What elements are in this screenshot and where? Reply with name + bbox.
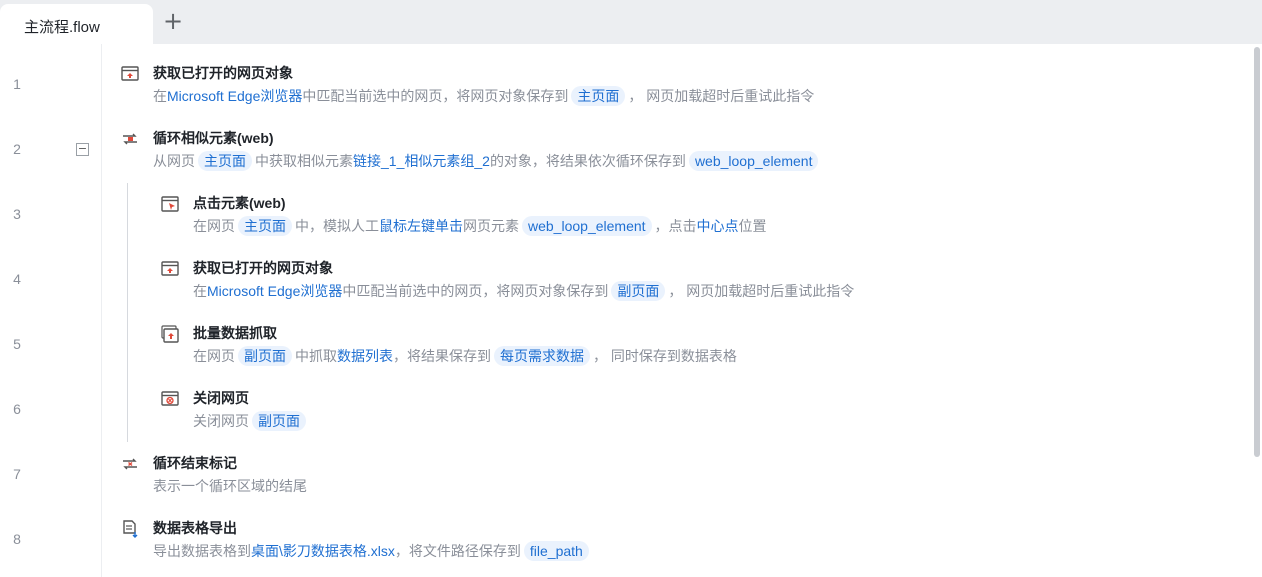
line-number: 8 <box>13 531 21 547</box>
variable-chip[interactable]: 副页面 <box>238 346 292 366</box>
step-title: 数据表格导出 <box>153 520 237 536</box>
description-text: 中抓取 <box>295 348 337 364</box>
tab-title: 主流程.flow <box>24 19 100 36</box>
description-text: 在 <box>193 283 207 299</box>
description-text: 中匹配当前选中的网页，将网页对象保存到 <box>342 283 609 299</box>
batch-scrape-icon <box>161 325 179 343</box>
parameter-link[interactable]: 桌面\影刀数据表格.xlsx <box>251 543 395 559</box>
variable-chip[interactable]: 每页需求数据 <box>494 346 590 366</box>
description-text: ，点击 <box>654 218 697 234</box>
description-text: 表示一个循环区域的结尾 <box>153 478 307 494</box>
description-text: 从网页 <box>153 153 195 169</box>
variable-chip[interactable]: 主页面 <box>238 216 292 236</box>
parameter-link[interactable]: 链接_1_相似元素组_2 <box>353 153 490 169</box>
click-element-icon <box>161 195 179 213</box>
description-text: 网页元素 <box>463 218 519 234</box>
step-description: 从网页 主页面 中获取相似元素链接_1_相似元素组_2的对象，将结果依次循环保存到 w… <box>153 151 821 171</box>
description-text: 在 <box>153 88 167 104</box>
parameter-link[interactable]: Microsoft Edge浏览器 <box>207 283 342 299</box>
description-text: ，将结果保存到 <box>393 348 491 364</box>
line-number: 4 <box>13 271 21 287</box>
variable-chip[interactable]: 副页面 <box>611 281 666 301</box>
description-text: 在网页 <box>193 348 235 364</box>
loop-block-indicator <box>127 183 128 442</box>
line-number: 6 <box>13 401 21 417</box>
description-text: 中匹配当前选中的网页，将网页对象保存到 <box>302 88 569 104</box>
step-description: 导出数据表格到桌面\影刀数据表格.xlsx，将文件路径保存到 file_path <box>153 541 592 561</box>
step-description: 在Microsoft Edge浏览器中匹配当前选中的网页，将网页对象保存到 主页面… <box>153 86 814 106</box>
step-description: 在网页 副页面 中抓取数据列表，将结果保存到 每页需求数据， 同时保存到数据表格 <box>193 346 737 366</box>
table-export-icon <box>121 520 139 538</box>
browser-open-icon <box>121 65 139 83</box>
description-text: ， 网页加载超时后重试此指令 <box>668 283 855 299</box>
description-text: 在网页 <box>193 218 235 234</box>
parameter-link[interactable]: 数据列表 <box>337 348 393 364</box>
description-text: 导出数据表格到 <box>153 543 251 559</box>
variable-chip[interactable]: 主页面 <box>571 86 626 106</box>
description-text: ， 网页加载超时后重试此指令 <box>628 88 815 104</box>
variable-chip[interactable]: 主页面 <box>198 151 252 171</box>
loop-element-icon <box>121 130 139 148</box>
step-title: 获取已打开的网页对象 <box>193 260 333 276</box>
step-description: 表示一个循环区域的结尾 <box>153 476 307 496</box>
description-text: ，将文件路径保存到 <box>394 543 521 559</box>
step-title: 循环相似元素(web) <box>153 130 274 146</box>
close-page-icon <box>161 390 179 408</box>
description-text: ， 同时保存到数据表格 <box>593 348 737 364</box>
line-number: 1 <box>13 76 21 92</box>
tab-bar: 主流程.flow + <box>0 0 1262 44</box>
line-number: 5 <box>13 336 21 352</box>
step-title: 点击元素(web) <box>193 195 286 211</box>
parameter-link[interactable]: 鼠标左键单击 <box>379 218 463 234</box>
step-title: 关闭网页 <box>193 390 249 406</box>
description-text: 位置 <box>738 218 767 234</box>
step-title: 获取已打开的网页对象 <box>153 65 293 81</box>
browser-open-icon <box>161 260 179 278</box>
tab-main-flow[interactable]: 主流程.flow <box>0 4 153 44</box>
variable-chip[interactable]: 副页面 <box>252 411 306 431</box>
step-title: 循环结束标记 <box>153 455 237 471</box>
loop-end-icon <box>121 455 139 473</box>
step-description: 在Microsoft Edge浏览器中匹配当前选中的网页，将网页对象保存到 副页面… <box>193 281 854 301</box>
step-title: 批量数据抓取 <box>193 325 277 341</box>
parameter-link[interactable]: 中心点 <box>697 218 739 234</box>
line-number: 7 <box>13 466 21 482</box>
description-text: 中，模拟人工 <box>295 218 379 234</box>
fold-collapse-button[interactable]: − <box>76 143 89 156</box>
step-description: 在网页 主页面 中，模拟人工鼠标左键单击网页元素 web_loop_element ，点… <box>193 216 767 236</box>
vertical-scrollbar[interactable] <box>1254 47 1260 457</box>
description-text: 中获取相似元素 <box>255 153 353 169</box>
line-number: 2 <box>13 141 21 157</box>
variable-chip[interactable]: web_loop_element <box>688 151 819 171</box>
line-number: 3 <box>13 206 21 222</box>
variable-chip[interactable]: web_loop_element <box>522 216 652 236</box>
line-number-gutter: 1 2 − 3 4 5 6 7 8 <box>0 44 102 577</box>
parameter-link[interactable]: Microsoft Edge浏览器 <box>167 88 302 104</box>
variable-chip[interactable]: file_path <box>523 541 589 561</box>
description-text: 关闭网页 <box>193 413 249 429</box>
add-tab-button[interactable]: + <box>163 9 183 33</box>
description-text: 的对象，将结果依次循环保存到 <box>489 153 686 169</box>
step-description: 关闭网页 副页面 <box>193 411 309 431</box>
